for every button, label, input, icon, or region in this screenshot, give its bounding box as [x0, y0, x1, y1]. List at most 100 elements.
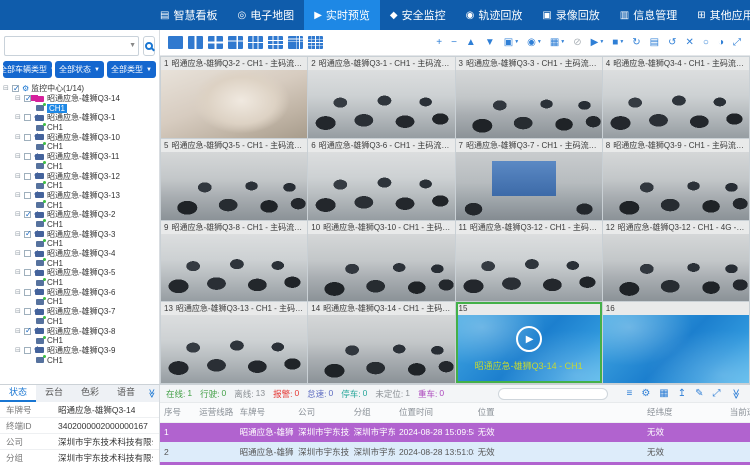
search-input[interactable] [4, 36, 139, 56]
tree-node[interactable]: ⊟ ⚙ 昭通应急-雄狮Q3-14 [3, 94, 159, 104]
tree-node-label[interactable]: CH1 [47, 336, 63, 345]
video-feed[interactable] [456, 70, 602, 138]
tree-node-label[interactable]: CH1 [47, 356, 63, 365]
tree-node-label[interactable]: CH1 [47, 123, 63, 132]
nav-tab-dashboard[interactable]: ▤ 智慧看板 [150, 0, 227, 30]
table-row[interactable]: 1 昭通应急-雄狮Q 深圳市宇东技术 深圳市宇东技 2024-08-28 15:… [160, 422, 750, 442]
video-cell[interactable]: 15 ▶ 昭通应急-雄狮Q3-14 - CH1 [456, 302, 602, 383]
expand-toggle-icon[interactable]: ⊟ [15, 172, 24, 181]
nav-tab-video-playback[interactable]: ▣ 录像回放 [532, 0, 609, 30]
stop-icon[interactable]: ■ ▼ [612, 38, 624, 48]
save-icon[interactable]: ▤ [650, 38, 660, 48]
layout-2-icon[interactable] [188, 36, 203, 49]
export-icon[interactable]: ↥ [678, 389, 686, 399]
tree-node-label[interactable]: CH1 [47, 297, 63, 306]
palette-icon[interactable]: ◑ [718, 38, 725, 48]
video-cell[interactable]: 9 昭通应急-雄狮Q3-8 - CH1 - 主码流 - 4G - 0 KB/S … [161, 221, 307, 302]
checkbox[interactable] [24, 95, 31, 102]
checkbox[interactable] [24, 134, 31, 141]
expand-toggle-icon[interactable]: ⊟ [15, 191, 24, 200]
filter-vehicle-type[interactable]: 全部车辆类型 ▼ [3, 61, 52, 78]
play-icon[interactable]: ▶ [516, 326, 542, 352]
video-feed[interactable] [456, 234, 602, 302]
nav-tab-other-apps[interactable]: ⊞ 其他应用 [687, 0, 750, 30]
expand-toggle-icon[interactable]: ⊟ [15, 288, 24, 297]
tree-node-label[interactable]: 昭通应急-雄狮Q3-8 [47, 326, 115, 337]
tree-node[interactable]: ⊟ ⚙ 昭通应急-雄狮Q3-10 [3, 132, 159, 142]
video-cell[interactable]: 7 昭通应急-雄狮Q3-7 - CH1 - 主码流 - 4G - 0 KB/S … [456, 139, 602, 220]
checkbox[interactable] [24, 289, 31, 296]
video-feed[interactable] [603, 315, 749, 383]
tree-node-label[interactable]: 昭通应急-雄狮Q3-2 [47, 209, 115, 220]
filter-icon[interactable]: ≡ [626, 389, 632, 399]
snapshot-icon[interactable]: ▦ ▼ [550, 38, 565, 48]
video-cell[interactable]: 6 昭通应急-雄狮Q3-6 - CH1 - 主码流 - 4G - 0 KB/S … [308, 139, 454, 220]
page-up-icon[interactable]: ▲ [466, 38, 477, 48]
layout-13-icon[interactable] [288, 36, 303, 49]
tree-node-label[interactable]: CH1 [47, 278, 63, 287]
video-feed[interactable] [308, 234, 454, 302]
expand-toggle-icon[interactable]: ⊟ [15, 249, 24, 258]
tree-node[interactable]: ⊟ ⚙ 昭通应急-雄狮Q3-7 [3, 307, 159, 317]
video-cell[interactable]: 5 昭通应急-雄狮Q3-5 - CH1 - 主码流 - 4G - 0 KB/S … [161, 139, 307, 220]
window-layout-icon[interactable]: ▣ ▼ [504, 38, 519, 48]
search-button[interactable] [143, 36, 155, 56]
expand-toggle-icon[interactable]: ⊟ [15, 113, 24, 122]
tree-node-label[interactable]: 昭通应急-雄狮Q3-10 [47, 132, 120, 143]
tree-node-label[interactable]: CH1 [47, 201, 63, 210]
checkbox[interactable] [24, 250, 31, 257]
tab-color[interactable]: 色彩 [72, 385, 108, 402]
tree-node[interactable]: ⊟ ⚙ 昭通应急-雄狮Q3-2 [3, 210, 159, 220]
loading-icon[interactable]: ↺ [668, 38, 677, 48]
video-feed[interactable] [308, 315, 454, 383]
layout-6-icon[interactable] [228, 36, 243, 49]
checkbox[interactable] [24, 114, 31, 121]
tree-node-label[interactable]: CH1 [47, 317, 63, 326]
video-cell[interactable]: 13 昭通应急-雄狮Q3-13 - CH1 - 主码流 - 4G - 0 KB/… [161, 302, 307, 383]
layout-8-icon[interactable] [248, 36, 263, 49]
tree-node[interactable]: ⊟ ⚙ 昭通应急-雄狮Q3-11 [3, 152, 159, 162]
video-feed[interactable] [603, 234, 749, 302]
fullscreen-icon[interactable]: ⤢ [733, 38, 742, 48]
tree-node-label[interactable]: 昭通应急-雄狮Q3-14 [47, 93, 120, 104]
expand-toggle-icon[interactable]: ⊟ [15, 152, 24, 161]
video-cell[interactable]: 4 昭通应急-雄狮Q3-4 - CH1 - 主码流 - 4G - 0 KB/S … [603, 57, 749, 138]
filter-type[interactable]: 全部类型 ▼ [107, 61, 156, 78]
tree-node[interactable]: ⊟ ⚙ 昭通应急-雄狮Q3-13 [3, 191, 159, 201]
expand-toggle-icon[interactable]: ⊟ [15, 307, 24, 316]
tree-node-label[interactable]: 昭通应急-雄狮Q3-5 [47, 267, 115, 278]
circle-icon[interactable]: ○ [703, 38, 710, 48]
table-search-input[interactable] [498, 388, 608, 400]
checkbox[interactable] [24, 192, 31, 199]
expand-toggle-icon[interactable]: ⊟ [15, 210, 24, 219]
tree-node-label[interactable]: CH1 [47, 220, 63, 229]
tree-node[interactable]: ⊟ ⚙ 昭通应急-雄狮Q3-3 [3, 229, 159, 239]
nav-tab-security[interactable]: ◆ 安全监控 [380, 0, 456, 30]
expand-toggle-icon[interactable]: ⊟ [15, 230, 24, 239]
tree-node[interactable]: ⊟ ⚙ 昭通应急-雄狮Q3-12 [3, 171, 159, 181]
tree-node[interactable]: ⊟ ⚙ 昭通应急-雄狮Q3-6 [3, 287, 159, 297]
collapse-icon[interactable]: ≫ [144, 385, 159, 402]
layout-1-icon[interactable] [168, 36, 183, 49]
video-cell[interactable]: 12 昭通应急-雄狮Q3-12 - CH1 - 4G - 0 KB/S / 2M… [603, 221, 749, 302]
tree-node[interactable]: ⊟ ⚙ 昭通应急-雄狮Q3-8 [3, 326, 159, 336]
video-cell[interactable]: 1 昭通应急-雄狮Q3-2 - CH1 - 主码流 - 4G - 0 KB/S … [161, 57, 307, 138]
play-icon[interactable]: ▶ ▼ [591, 38, 605, 48]
nav-tab-track-playback[interactable]: ◉ 轨迹回放 [456, 0, 533, 30]
expand-toggle-icon[interactable]: ⊟ [15, 327, 24, 336]
video-feed[interactable] [456, 152, 602, 220]
expand-toggle-icon[interactable]: ⊟ [15, 346, 24, 355]
nav-tab-info-management[interactable]: ▥ 信息管理 [610, 0, 687, 30]
checkbox[interactable] [24, 173, 31, 180]
tree-node[interactable]: ⊟ ⚙ 昭通应急-雄狮Q3-4 [3, 249, 159, 259]
checkbox[interactable] [24, 308, 31, 315]
tree-node[interactable]: ⊟ ⚙ 昭通应急-雄狮Q3-5 [3, 268, 159, 278]
tree-node[interactable]: ⊟ ⚙ 昭通应急-雄狮Q3-9 [3, 346, 159, 356]
checkbox[interactable] [12, 85, 19, 92]
tab-ptz[interactable]: 云台 [36, 385, 72, 402]
video-cell[interactable]: 2 昭通应急-雄狮Q3-1 - CH1 - 主码流 - 4G - 0 KB/S … [308, 57, 454, 138]
tree-node-label[interactable]: 昭通应急-雄狮Q3-1 [47, 112, 115, 123]
video-cell[interactable]: 11 昭通应急-雄狮Q3-12 - CH1 - 主码流 - 4G - 0 KB/… [456, 221, 602, 302]
video-feed[interactable] [308, 152, 454, 220]
tree-node-label[interactable]: CH1 [47, 162, 63, 171]
